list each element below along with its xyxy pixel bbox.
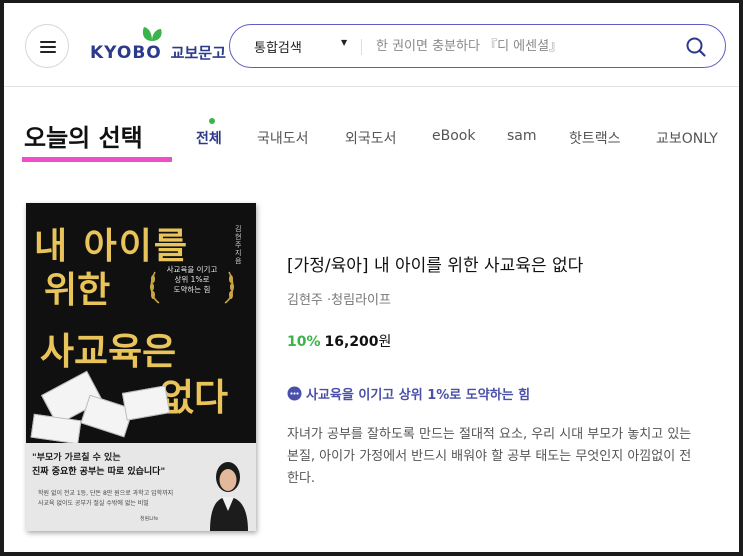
tab-all[interactable]: 전체	[196, 128, 222, 148]
search-icon[interactable]	[685, 36, 707, 58]
cover-badge: 사교육을 이기고 상위 1%로 도약하는 힘	[166, 265, 218, 294]
book-highlight: 사교육을 이기고 상위 1%로 도약하는 힘	[287, 384, 530, 403]
title-underline	[22, 157, 172, 162]
section-title: 오늘의 선택	[24, 124, 143, 152]
tab-hottracks[interactable]: 핫트랙스	[569, 128, 621, 148]
kyobo-logo[interactable]: KYOBO 교보문고	[90, 25, 226, 65]
cover-bottom-panel: "부모가 가르칠 수 있는 진짜 중요한 공부는 따로 있습니다" 학원 없이 …	[26, 443, 256, 531]
cover-publisher: 청림Life	[140, 516, 159, 522]
book-title[interactable]: [가정/육아] 내 아이를 위한 사교육은 없다	[287, 251, 583, 276]
divider	[361, 39, 362, 55]
cover-quote: "부모가 가르칠 수 있는 진짜 중요한 공부는 따로 있습니다"	[32, 453, 166, 477]
cover-subtext: 학원 없이 전교 1등, 단돈 8만 원으로 과학고 입학까지 사교육 없이도 …	[38, 490, 174, 507]
hamburger-icon	[40, 41, 56, 43]
page: KYOBO 교보문고 통합검색 ▼ 오늘의 선택 전체 국내도서 외국도서 eB…	[4, 3, 739, 552]
book-price: 10% 16,200원	[287, 331, 391, 351]
search-input[interactable]	[376, 35, 676, 57]
currency: 원	[378, 334, 392, 350]
cover-author: 김현주 지음	[235, 225, 242, 265]
tab-ebook[interactable]: eBook	[432, 128, 475, 144]
caret-down-icon[interactable]: ▼	[341, 38, 347, 47]
paper-illustration	[30, 413, 82, 445]
speech-bubble-icon	[287, 386, 302, 401]
tab-kyobo-only[interactable]: 교보ONLY	[656, 128, 718, 148]
book-author-publisher: 김현주 ·청림라이프	[287, 293, 391, 308]
book-cover[interactable]: 내 아이를 위한 사교육은 없다 김현주 지음 사교육을 이기고 상위 1%로 …	[26, 203, 256, 531]
cover-title-line: 위한	[44, 269, 111, 311]
tab-foreign-books[interactable]: 외국도서	[345, 128, 397, 148]
book-description: 자녀가 공부를 잘하도록 만드는 절대적 요소, 우리 시대 부모가 놓치고 있…	[287, 427, 692, 486]
search-category-select[interactable]: 통합검색	[254, 37, 302, 56]
logo-text-korean: 교보문고	[170, 44, 226, 62]
sale-price: 16,200	[324, 334, 379, 350]
highlight-text: 사교육을 이기고 상위 1%로 도약하는 힘	[306, 388, 531, 403]
tab-sam[interactable]: sam	[507, 128, 537, 144]
tab-domestic-books[interactable]: 국내도서	[257, 128, 309, 148]
search-bar: 통합검색 ▼	[229, 24, 726, 68]
discount-rate: 10%	[287, 334, 321, 350]
header: KYOBO 교보문고 통합검색 ▼	[4, 3, 739, 87]
menu-button[interactable]	[25, 24, 69, 68]
logo-text: KYOBO	[90, 43, 162, 63]
cover-title-line: 사교육은	[40, 329, 177, 373]
author-photo	[200, 445, 256, 531]
active-tab-dot	[209, 118, 215, 124]
leaf-logo-icon	[142, 27, 162, 41]
